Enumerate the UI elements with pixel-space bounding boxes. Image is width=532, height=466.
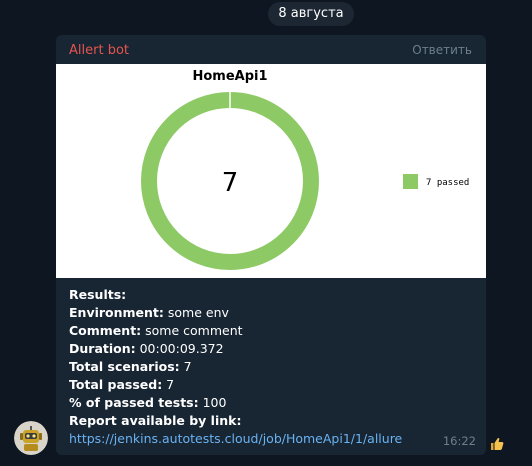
duration-line: Duration: 00:00:09.372 [69,340,479,358]
duration-value: 00:00:09.372 [135,341,224,356]
legend-swatch [403,174,418,189]
donut-chart: HomeApi1 7 7 passed [141,69,469,270]
message-bubble: Allert bot Ответить HomeApi1 7 7 passed … [56,35,486,455]
environment-value: some env [163,305,229,320]
robot-avatar-icon [14,421,48,455]
comment-value: some comment [141,323,243,338]
total-passed-line: Total passed: 7 [69,376,479,394]
total-passed-label: Total passed: [69,377,163,392]
comment-label: Comment: [69,323,142,338]
chart-legend: 7 passed [403,174,469,189]
message-header: Allert bot Ответить [56,35,486,64]
date-divider: 8 августа [268,2,354,26]
percent-passed-label: % of passed tests: [69,395,199,410]
total-scenarios-value: 7 [179,359,192,374]
legend-label: 7 passed [426,178,469,188]
chart-image[interactable]: HomeApi1 7 7 passed [56,64,486,278]
bot-avatar[interactable] [14,421,48,455]
total-passed-value: 7 [162,377,175,392]
total-scenarios-label: Total scenarios: [69,359,180,374]
environment-line: Environment: some env [69,304,479,322]
chart-title: HomeApi1 [192,69,267,84]
message-time: 16:22 [442,434,476,448]
results-label: Results: [69,287,127,302]
percent-passed-line: % of passed tests: 100 [69,394,479,412]
report-link-line: https://jenkins.autotests.cloud/job/Home… [69,430,479,448]
report-line: Report available by link: [69,412,479,430]
sender-name[interactable]: Allert bot [69,43,129,58]
thumbs-up-icon[interactable] [489,436,505,452]
comment-line: Comment: some comment [69,322,479,340]
message-text: Results: Environment: some env Comment: … [69,286,479,448]
center-total: 7 [222,168,239,198]
duration-label: Duration: [69,341,136,356]
total-scenarios-line: Total scenarios: 7 [69,358,479,376]
environment-label: Environment: [69,305,164,320]
percent-passed-value: 100 [198,395,227,410]
results-heading: Results: [69,286,479,304]
report-link[interactable]: https://jenkins.autotests.cloud/job/Home… [69,431,402,446]
reply-button[interactable]: Ответить [412,43,472,57]
report-label: Report available by link: [69,413,242,428]
